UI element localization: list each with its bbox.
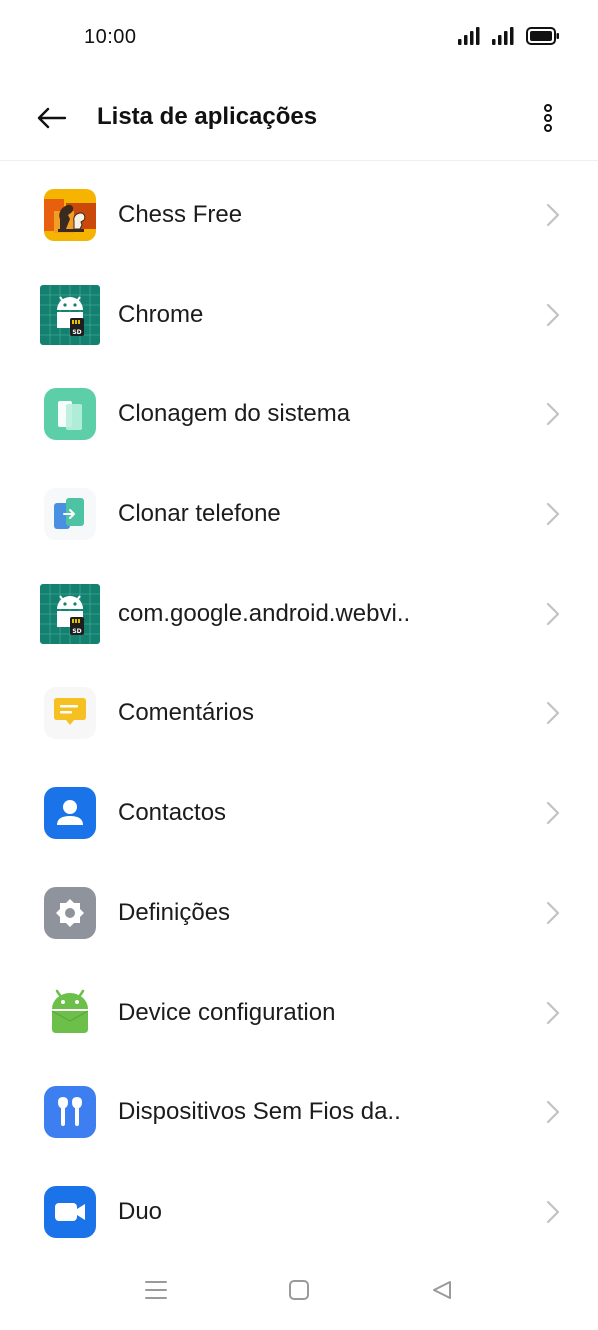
chevron-right-icon bbox=[546, 702, 560, 725]
home-square-icon bbox=[289, 1280, 309, 1300]
app-name: Duo bbox=[118, 1197, 163, 1225]
system-clone-icon bbox=[40, 384, 100, 444]
app-name: Dispositivos Sem Fios da.. bbox=[118, 1098, 401, 1126]
chevron-right-icon bbox=[546, 203, 560, 227]
chevron-right-icon bbox=[546, 1200, 560, 1223]
app-name: Contactos bbox=[118, 799, 227, 827]
page-title: Lista de aplicações bbox=[97, 103, 318, 130]
signal-icon bbox=[458, 27, 480, 45]
app-name: Clonar telefone bbox=[118, 500, 281, 528]
chevron-right-icon bbox=[546, 1001, 560, 1024]
navigation-bar bbox=[0, 1254, 598, 1330]
app-name: Clonagem do sistema bbox=[118, 400, 351, 428]
battery-icon bbox=[526, 27, 559, 45]
list-item[interactable]: Comentários bbox=[0, 663, 598, 763]
recents-button[interactable] bbox=[136, 1270, 176, 1310]
android-sd-icon: SD bbox=[40, 583, 100, 644]
list-item[interactable]: Chess Free bbox=[0, 165, 598, 265]
list-item[interactable]: SD com.google.android.webvi.. bbox=[0, 564, 598, 664]
app-name: Chess Free bbox=[118, 201, 243, 228]
app-name: Definições bbox=[118, 898, 231, 926]
earbuds-icon bbox=[40, 1082, 100, 1142]
chevron-right-icon bbox=[546, 303, 560, 326]
back-triangle-icon bbox=[433, 1281, 451, 1299]
list-item[interactable]: Device configuration bbox=[0, 963, 598, 1063]
list-item[interactable]: Clonar telefone bbox=[0, 464, 598, 564]
list-item[interactable]: Contactos bbox=[0, 763, 598, 863]
more-vertical-icon bbox=[544, 104, 552, 132]
android-sd-icon: SD bbox=[40, 284, 100, 345]
chess-free-icon bbox=[40, 185, 100, 245]
svg-text:SD: SD bbox=[72, 628, 81, 635]
chevron-right-icon bbox=[546, 901, 560, 924]
settings-icon bbox=[40, 883, 100, 943]
contacts-icon bbox=[40, 783, 100, 843]
app-name: Comentários bbox=[118, 699, 255, 727]
duo-video-icon bbox=[40, 1182, 100, 1242]
back-arrow-icon bbox=[37, 107, 67, 129]
clone-phone-icon bbox=[40, 484, 100, 544]
app-name: com.google.android.webvi.. bbox=[118, 599, 411, 627]
chevron-right-icon bbox=[546, 502, 560, 526]
status-time: 10:00 bbox=[84, 26, 137, 48]
chevron-right-icon bbox=[546, 1101, 560, 1124]
list-item[interactable]: Definições bbox=[0, 863, 598, 963]
app-name: Chrome bbox=[118, 300, 204, 328]
status-icons bbox=[458, 27, 560, 45]
back-button[interactable] bbox=[30, 96, 74, 140]
back-nav-button[interactable] bbox=[422, 1270, 462, 1310]
android-icon bbox=[40, 983, 100, 1043]
list-item[interactable]: Clonagem do sistema bbox=[0, 364, 598, 464]
signal-icon bbox=[492, 27, 514, 45]
chevron-right-icon bbox=[546, 802, 560, 825]
list-item[interactable]: SD Chrome bbox=[0, 265, 598, 365]
chevron-right-icon bbox=[546, 403, 560, 426]
menu-lines-icon bbox=[145, 1281, 167, 1299]
more-options-button[interactable] bbox=[526, 96, 570, 140]
app-name: Device configuration bbox=[118, 998, 336, 1026]
list-item[interactable]: Duo bbox=[0, 1162, 598, 1262]
list-item[interactable]: Dispositivos Sem Fios da.. bbox=[0, 1062, 598, 1162]
app-bar: Lista de aplicações bbox=[0, 76, 598, 161]
app-list: Chess Free SD Chrome Clonagem do sistema… bbox=[0, 165, 598, 1262]
home-button[interactable] bbox=[279, 1270, 319, 1310]
feedback-icon bbox=[40, 683, 100, 743]
status-bar: 10:00 bbox=[0, 0, 598, 76]
svg-text:SD: SD bbox=[72, 329, 81, 336]
chevron-right-icon bbox=[546, 602, 560, 625]
